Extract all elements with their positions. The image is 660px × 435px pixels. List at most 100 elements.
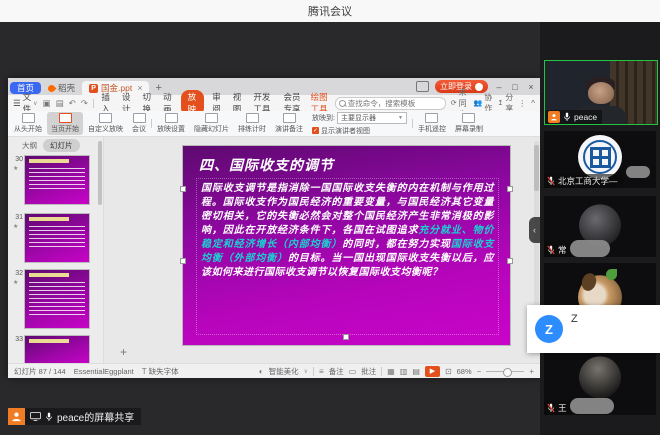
show-settings-button[interactable]: 放映设置 <box>153 112 189 135</box>
cloud-sync-icon: ⟳ <box>451 99 457 107</box>
mic-muted-icon <box>547 403 555 413</box>
participant-tile[interactable]: 常 <box>544 196 656 257</box>
play-from-current-button[interactable]: 当页开始 <box>47 112 83 135</box>
meeting-icon <box>133 113 146 123</box>
beautify-icon: ◐ <box>259 367 264 376</box>
reader-mode-icon[interactable] <box>416 81 429 92</box>
missing-font-warning[interactable]: T 缺失字体 <box>142 366 179 377</box>
slides-tab-active[interactable]: 幻灯片 <box>43 139 80 152</box>
wps-window: 首页 稻壳 P 国金.ppt × + 立即登录 <box>8 78 540 378</box>
maximize-button[interactable]: □ <box>510 82 520 92</box>
slide-canvas[interactable]: 四、国际收支的调节 国际收支调节是指消除一国国际收支失衡的内在机制与作用过程。国… <box>183 146 510 345</box>
divider <box>313 367 314 376</box>
zoom-in-icon[interactable]: + <box>529 367 534 376</box>
show-settings-icon <box>165 113 178 123</box>
zoom-out-icon[interactable]: − <box>477 367 482 376</box>
collapse-ribbon-icon[interactable]: ^ <box>531 99 535 108</box>
redaction-blur <box>570 240 610 257</box>
slide-number: 31 <box>12 214 23 221</box>
smart-beautify-button[interactable]: 智能美化 <box>269 366 299 377</box>
wps-statusbar: 幻灯片 87 / 144 EssentialEggplant T 缺失字体 ◐ … <box>8 363 540 378</box>
slide-body-textbox[interactable]: 国际收支调节是指消除一国国际收支失衡的内在机制与作用过程。国际收支作为国民经济的… <box>196 178 499 335</box>
animation-star-icon: ★ <box>13 223 18 230</box>
slide-thumbnail[interactable]: 30 ★ <box>24 155 90 205</box>
play-from-beginning-icon <box>22 113 35 123</box>
slide-thumbnail[interactable]: 33 <box>24 335 90 363</box>
play-from-beginning-button[interactable]: 从头开始 <box>10 112 46 135</box>
zoom-level: 68% <box>457 367 472 376</box>
close-window-button[interactable]: × <box>526 82 536 92</box>
meeting-title: 腾讯会议 <box>308 3 352 19</box>
screen-record-button[interactable]: 屏幕录制 <box>451 112 487 135</box>
selection-handle[interactable] <box>180 186 186 192</box>
rehearse-timing-button[interactable]: 排练计时 <box>234 112 270 135</box>
sharer-avatar <box>8 408 25 425</box>
selection-handle[interactable] <box>180 258 186 264</box>
collapse-panel-button[interactable]: ‹ <box>529 217 540 243</box>
slide-sorter-icon[interactable]: ▥ <box>400 367 408 376</box>
custom-show-icon <box>99 113 112 123</box>
command-search[interactable] <box>335 97 446 110</box>
avatar-initial: Z <box>545 322 553 337</box>
new-slide-button[interactable]: + <box>120 345 127 359</box>
normal-view-icon[interactable]: ▦ <box>387 367 395 376</box>
speaker-notes-button[interactable]: 演讲备注 <box>271 112 307 135</box>
participant-tile-university[interactable]: 北京工商大学— <box>544 131 656 188</box>
login-avatar-icon <box>475 83 483 91</box>
checkbox-checked-icon[interactable]: ✓ <box>312 127 319 134</box>
redo-icon[interactable]: ↷ <box>81 98 88 109</box>
hide-slide-button[interactable]: 隐藏幻灯片 <box>190 112 233 135</box>
divider <box>151 119 152 128</box>
undo-icon[interactable]: ↶ <box>69 98 76 109</box>
sharing-badge-icon <box>548 111 560 123</box>
custom-show-button[interactable]: 自定义放映 <box>84 112 127 135</box>
participant-avatar <box>579 356 621 398</box>
share-icon: ↥ <box>497 99 503 107</box>
participant-tile[interactable]: 王 <box>544 343 656 415</box>
slide-thumbnail[interactable]: 32 ★ <box>24 269 90 329</box>
slide-thumbnail[interactable]: 31 ★ <box>24 213 90 263</box>
slide-thumbnail-panel: 大纲 幻灯片 30 ★ 31 ★ 32 ★ <box>8 137 104 363</box>
zoom-slider-knob[interactable] <box>503 368 512 377</box>
notes-button[interactable]: 备注 <box>329 366 344 377</box>
scrollbar-thumb[interactable] <box>534 145 539 191</box>
screen-share-banner: peace的屏幕共享 <box>8 408 141 425</box>
university-logo <box>578 135 622 179</box>
docer-flame-icon <box>47 83 57 93</box>
presenter-view-checkbox-row[interactable]: ✓ 显示演讲者视图 <box>312 126 407 136</box>
meeting-button[interactable]: 会议 <box>128 112 150 135</box>
meeting-titlebar[interactable]: 腾讯会议 <box>0 0 660 23</box>
selection-handle[interactable] <box>343 334 349 340</box>
mic-icon <box>45 412 53 422</box>
wps-docer-tab[interactable]: 稻壳 <box>41 81 82 95</box>
save-icon[interactable]: ▣ <box>43 98 51 109</box>
phone-remote-button[interactable]: 手机遥控 <box>414 112 450 135</box>
selection-handle[interactable] <box>507 258 513 264</box>
print-icon[interactable]: ▤ <box>56 98 64 109</box>
outline-tab[interactable]: 大纲 <box>22 140 37 151</box>
person-icon <box>550 113 558 121</box>
zoom-slider[interactable] <box>486 371 524 372</box>
thumbnail-preview <box>29 217 85 250</box>
slide-number: 30 <box>12 156 23 163</box>
participant-name: 常 <box>558 244 567 256</box>
comments-button[interactable]: 批注 <box>361 366 376 377</box>
reading-view-icon[interactable]: ▤ <box>412 367 420 376</box>
selection-handle[interactable] <box>507 186 513 192</box>
theme-name[interactable]: EssentialEggplant <box>74 367 134 376</box>
chevron-down-icon: ▼ <box>398 115 403 121</box>
display-target-select[interactable]: 主要显示器 ▼ <box>337 112 407 124</box>
popup-participant-name: Z <box>571 313 578 325</box>
participant-tile-peace[interactable]: peace <box>544 60 658 125</box>
sidebar-scrollbar[interactable] <box>98 141 102 205</box>
participant-name-popup[interactable]: Z Z <box>527 305 660 353</box>
popup-avatar: Z <box>535 315 563 343</box>
minimize-button[interactable]: – <box>494 82 504 92</box>
slide-counter: 幻灯片 87 / 144 <box>14 366 66 377</box>
play-slideshow-button[interactable]: ▶ <box>425 366 440 377</box>
search-input[interactable] <box>335 97 446 110</box>
divider <box>412 119 413 128</box>
share-banner-label: peace的屏幕共享 <box>57 409 134 424</box>
more-menu-icon[interactable]: ⋮ <box>518 99 526 108</box>
fit-window-icon[interactable]: ⊡ <box>445 367 452 376</box>
